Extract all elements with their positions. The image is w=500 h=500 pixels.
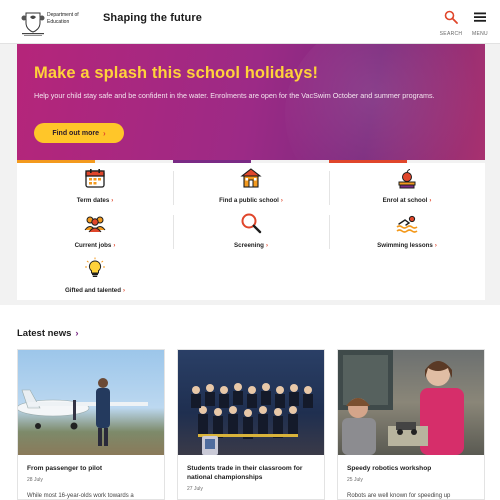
find-out-more-label: Find out more (52, 129, 99, 137)
news-card[interactable]: Students trade in their classroom for na… (177, 349, 325, 500)
calendar-icon (85, 169, 105, 188)
quick-link-label: Swimming lessons (377, 242, 433, 249)
swimmer-icon (396, 215, 418, 233)
news-card-title: Speedy robotics workshop (347, 465, 432, 472)
news-card-date: 25 July (347, 477, 363, 483)
airplane-photo (18, 378, 148, 446)
quick-link-label: Enrol at school (382, 197, 428, 204)
search-button[interactable]: SEARCH (437, 10, 465, 37)
students-photo (191, 383, 313, 455)
robotics-photo (338, 350, 464, 455)
chevron-right-icon: › (123, 288, 126, 294)
chevron-right-icon: › (265, 243, 268, 249)
chevron-right-icon: › (111, 198, 114, 204)
chevron-right-icon: › (103, 128, 106, 138)
menu-button[interactable]: MENU (466, 10, 494, 37)
lightbulb-icon (85, 257, 105, 277)
news-image-plane (18, 350, 164, 455)
news-card-date: 27 July (187, 486, 203, 492)
news-card-title: Students trade in their classroom for na… (187, 465, 303, 481)
quick-link-enrol[interactable]: Enrol at school › (329, 167, 485, 207)
government-crest-icon[interactable] (20, 7, 46, 37)
apple-books-icon (398, 169, 416, 189)
quick-link-label: Term dates (76, 197, 110, 204)
quick-links-panel: Term dates › Find a public school › Enrol … (17, 163, 485, 300)
chevron-right-icon: › (429, 198, 432, 204)
chevron-right-icon: › (434, 243, 437, 249)
news-card-title: From passenger to pilot (27, 465, 103, 472)
news-image-robotics (338, 350, 484, 455)
site-tagline: Shaping the future (103, 12, 202, 24)
magnifier-icon (241, 213, 262, 234)
quick-link-term-dates[interactable]: Term dates › (17, 167, 173, 207)
quick-link-screening[interactable]: Screening › (173, 212, 329, 252)
hero-title: Make a splash this school holidays! (34, 64, 319, 82)
news-card-excerpt: While most 16-year-olds work towards a (27, 493, 134, 499)
chevron-right-icon: › (75, 328, 79, 339)
quick-link-find-school[interactable]: Find a public school › (173, 167, 329, 207)
news-heading-label: Latest news (17, 328, 72, 339)
news-image-students (178, 350, 324, 455)
department-name: Department of Education (47, 12, 79, 25)
quick-link-current-jobs[interactable]: Current jobs › (17, 212, 173, 252)
news-card-date: 28 July (27, 477, 43, 483)
quick-link-label: Screening (234, 242, 264, 249)
hero-banner: Make a splash this school holidays! Help… (17, 44, 485, 162)
hamburger-icon (474, 12, 486, 22)
search-icon (444, 10, 458, 24)
find-out-more-button[interactable]: Find out more › (34, 123, 124, 143)
news-card-excerpt: Robots are well known for speeding up (347, 493, 451, 499)
search-label: SEARCH (439, 31, 463, 37)
quick-link-gifted[interactable]: Gifted and talented › (17, 257, 173, 297)
hero-decoration (285, 44, 485, 162)
news-card[interactable]: From passenger to pilot 28 July While mo… (17, 349, 165, 500)
news-card[interactable]: Speedy robotics workshop 25 July Robots … (337, 349, 485, 500)
quick-link-label: Current jobs (74, 242, 112, 249)
news-heading[interactable]: Latest news › (17, 328, 79, 339)
chevron-right-icon: › (113, 243, 116, 249)
site-header: Department of Education Shaping the futu… (0, 0, 500, 44)
chevron-right-icon: › (280, 198, 283, 204)
school-building-icon (240, 168, 262, 188)
quick-link-label: Gifted and talented (64, 287, 122, 294)
menu-label: MENU (472, 31, 488, 37)
hero-description: Help your child stay safe and be confide… (34, 91, 435, 100)
quick-link-label: Find a public school (219, 197, 279, 204)
people-group-icon (84, 216, 106, 233)
quick-link-swimming[interactable]: Swimming lessons › (329, 212, 485, 252)
